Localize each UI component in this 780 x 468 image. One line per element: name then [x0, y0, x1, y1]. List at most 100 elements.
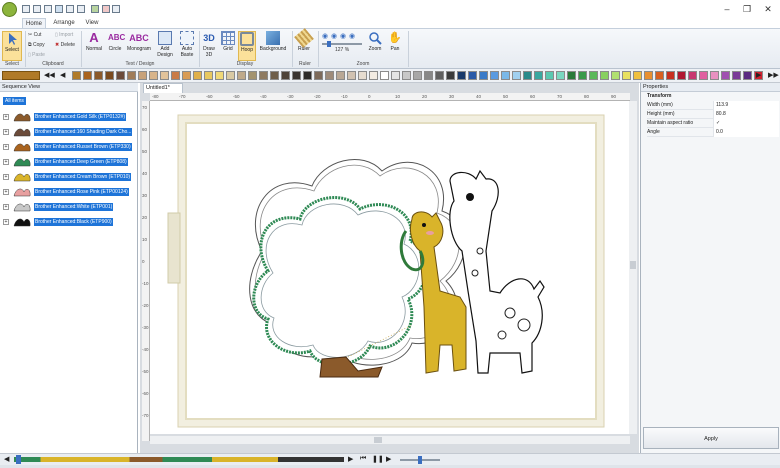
color-swatch[interactable]	[688, 71, 697, 80]
app-menu-button[interactable]	[2, 2, 17, 17]
aspect-checkbox[interactable]: ✓	[713, 119, 779, 128]
palette-next-icon[interactable]: ▶	[756, 71, 761, 79]
tab-view[interactable]: View	[82, 18, 102, 28]
play-icon[interactable]: ▶	[386, 455, 391, 463]
color-swatch[interactable]	[83, 71, 92, 80]
zoom-out-icon[interactable]: ◉	[340, 32, 346, 40]
expand-icon[interactable]: +	[3, 129, 9, 135]
select-button[interactable]: Select	[2, 31, 22, 61]
color-swatch[interactable]	[523, 71, 532, 80]
color-swatch[interactable]	[127, 71, 136, 80]
color-swatch[interactable]	[413, 71, 422, 80]
expand-icon[interactable]: +	[3, 174, 9, 180]
vertical-scrollbar[interactable]	[629, 101, 637, 434]
color-swatch[interactable]	[358, 71, 367, 80]
expand-icon[interactable]: +	[3, 159, 9, 165]
color-swatch[interactable]	[171, 71, 180, 80]
color-swatch[interactable]	[424, 71, 433, 80]
sequence-item[interactable]: + Brother Enhanced:Black (ETP900)	[2, 216, 136, 228]
color-swatch[interactable]	[237, 71, 246, 80]
print-icon[interactable]	[66, 5, 74, 13]
tab-home[interactable]: Home	[22, 18, 46, 28]
cut-button[interactable]: ✂ Cut	[28, 32, 41, 38]
sequence-start-icon[interactable]: ◀	[4, 455, 9, 463]
import-button[interactable]: ▯ Import	[55, 32, 73, 38]
close-icon[interactable]: ✕	[758, 3, 778, 15]
color-swatch[interactable]	[402, 71, 411, 80]
color-swatch[interactable]	[666, 71, 675, 80]
expand-icon[interactable]: +	[3, 189, 9, 195]
color-swatch[interactable]	[336, 71, 345, 80]
zoom-slider[interactable]	[322, 41, 362, 47]
delete-button[interactable]: ✖ Delete	[55, 42, 75, 48]
minimize-icon[interactable]: –	[717, 3, 737, 15]
color-swatch[interactable]	[655, 71, 664, 80]
hoop-button[interactable]: Hoop	[238, 31, 256, 61]
height-value[interactable]: 80.8	[713, 110, 779, 119]
save-as-icon[interactable]	[55, 5, 63, 13]
auto-baste-button[interactable]: Auto Baste	[177, 31, 197, 58]
print-preview-icon[interactable]	[77, 5, 85, 13]
sequence-item[interactable]: + Brother Enhanced:Rose Pink (ETP00124)	[2, 186, 136, 198]
background-button[interactable]: Background	[258, 31, 288, 52]
pause-icon[interactable]: ❚❚	[372, 455, 384, 463]
expand-icon[interactable]: +	[3, 144, 9, 150]
color-swatch[interactable]	[534, 71, 543, 80]
color-swatch[interactable]	[105, 71, 114, 80]
color-swatch[interactable]	[721, 71, 730, 80]
color-swatch[interactable]	[391, 71, 400, 80]
tab-arrange[interactable]: Arrange	[50, 18, 78, 28]
color-swatch[interactable]	[479, 71, 488, 80]
undo-icon[interactable]	[102, 5, 110, 13]
send-icon[interactable]	[91, 5, 99, 13]
normal-text-button[interactable]: A Normal	[84, 31, 104, 53]
pan-button[interactable]: ✋ Pan	[386, 31, 404, 52]
ruler-button[interactable]: Ruler	[294, 28, 314, 52]
paste-button[interactable]: ▯ Paste	[28, 52, 45, 58]
color-swatch[interactable]	[743, 71, 752, 80]
all-items-node[interactable]: All items	[3, 97, 26, 105]
color-swatch[interactable]	[325, 71, 334, 80]
color-swatch[interactable]	[270, 71, 279, 80]
color-swatch[interactable]	[600, 71, 609, 80]
color-swatch[interactable]	[633, 71, 642, 80]
color-swatch[interactable]	[72, 71, 81, 80]
color-swatch[interactable]	[281, 71, 290, 80]
stitch-progress-track[interactable]	[14, 457, 344, 462]
color-swatch[interactable]	[435, 71, 444, 80]
color-swatch[interactable]	[732, 71, 741, 80]
sequence-end-icon[interactable]: ▶	[348, 455, 353, 463]
new-file-icon[interactable]	[22, 5, 30, 13]
color-swatch[interactable]	[347, 71, 356, 80]
draw-3d-button[interactable]: 3D Draw 3D	[201, 31, 217, 58]
sequence-item[interactable]: + Brother Enhanced:White (ETP001)	[2, 201, 136, 213]
save-icon[interactable]	[44, 5, 52, 13]
color-swatch[interactable]	[446, 71, 455, 80]
color-swatch[interactable]	[468, 71, 477, 80]
vertical-scroll-thumb[interactable]	[630, 261, 636, 269]
horizontal-scrollbar[interactable]	[150, 436, 630, 444]
color-swatch[interactable]	[94, 71, 103, 80]
color-swatch[interactable]	[226, 71, 235, 80]
angle-value[interactable]: 0.0	[713, 128, 779, 137]
sequence-item[interactable]: + Brother Enhanced:160 Shading Dark Cho..…	[2, 126, 136, 138]
color-swatch[interactable]	[457, 71, 466, 80]
sequence-item[interactable]: + Brother Enhanced:Russet Brown (ETP330)	[2, 141, 136, 153]
color-swatch[interactable]	[193, 71, 202, 80]
color-swatch[interactable]	[699, 71, 708, 80]
color-swatch[interactable]	[138, 71, 147, 80]
color-swatch[interactable]	[622, 71, 631, 80]
color-swatch[interactable]	[611, 71, 620, 80]
restore-icon[interactable]: ❐	[737, 3, 757, 15]
speed-slider-thumb[interactable]	[418, 456, 422, 464]
color-swatch[interactable]	[259, 71, 268, 80]
palette-last-icon[interactable]: ▶▶	[768, 71, 779, 79]
redo-icon[interactable]	[112, 5, 120, 13]
color-swatch[interactable]	[204, 71, 213, 80]
grid-button[interactable]: Grid	[220, 31, 236, 52]
color-swatch[interactable]	[556, 71, 565, 80]
color-swatch[interactable]	[248, 71, 257, 80]
zoom-in-icon[interactable]: ◉	[349, 32, 355, 40]
color-swatch[interactable]	[644, 71, 653, 80]
apply-button[interactable]: Apply	[643, 427, 779, 449]
